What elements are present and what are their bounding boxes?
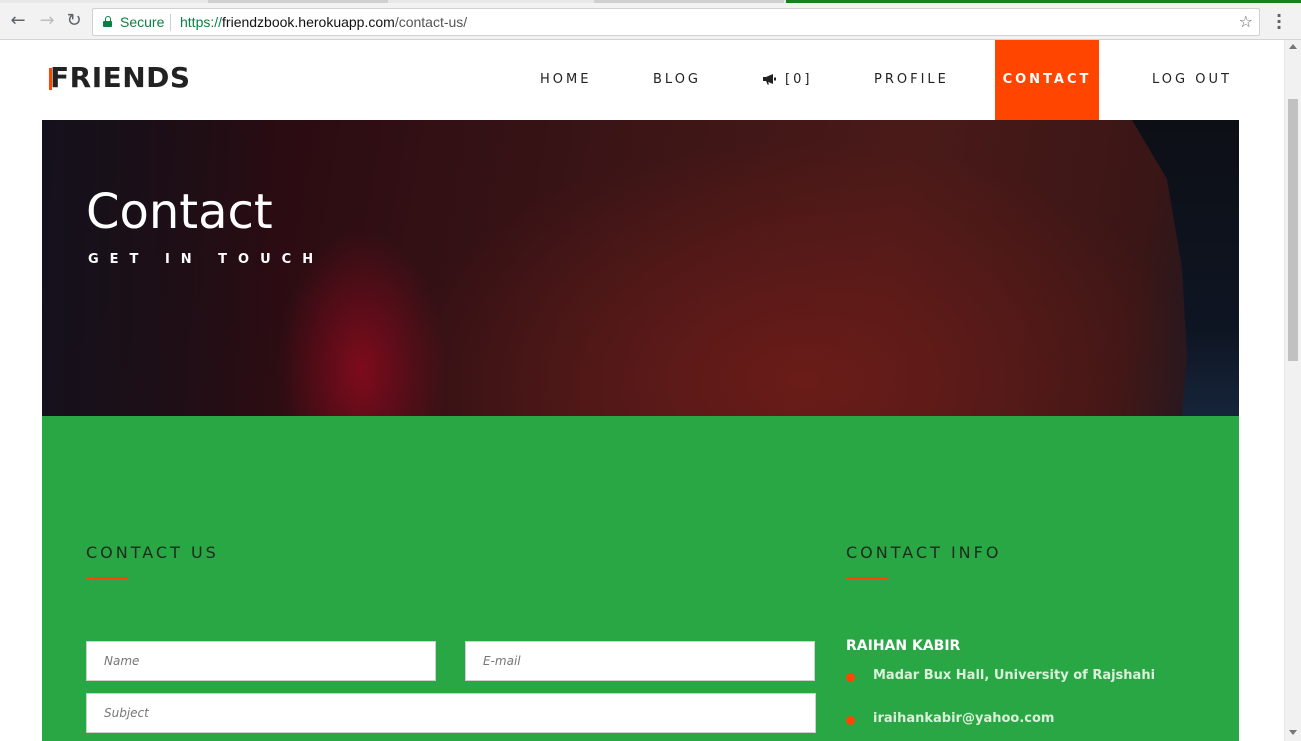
contact-person-name: RAIHAN KABIR	[846, 638, 961, 654]
nav-logout[interactable]: LOG OUT	[1152, 40, 1232, 120]
hero-dark-shape	[1132, 120, 1239, 416]
name-field[interactable]	[86, 641, 436, 681]
browser-toolbar: ← → ↻ Secure https://friendzbook.herokua…	[0, 3, 1301, 40]
notification-count: [0]	[785, 72, 813, 87]
contact-section: CONTACT US CONTACT INFO RAIHAN KABIR Mad…	[42, 416, 1239, 741]
subject-field[interactable]	[86, 693, 816, 733]
url-text[interactable]: https://friendzbook.herokuapp.com/contac…	[180, 14, 467, 30]
hero-shade	[42, 120, 282, 416]
nav-profile[interactable]: PROFILE	[874, 40, 949, 120]
page-title: Contact	[86, 184, 273, 240]
contact-us-heading: CONTACT US	[86, 543, 219, 562]
page-scrollbar[interactable]	[1284, 40, 1301, 741]
contact-info-heading: CONTACT INFO	[846, 543, 1002, 562]
star-icon[interactable]: ☆	[1239, 12, 1253, 31]
email-field[interactable]	[465, 641, 815, 681]
hero-banner: Contact GET IN TOUCH	[42, 120, 1239, 416]
email-input[interactable]	[466, 642, 814, 680]
url-path: /contact-us/	[394, 14, 468, 30]
secure-label: Secure	[120, 14, 165, 30]
megaphone-icon	[763, 73, 776, 84]
scroll-down-arrow-icon[interactable]	[1289, 730, 1297, 735]
contact-us-underline	[86, 577, 128, 579]
contact-address: Madar Bux Hall, University of Rajshahi	[873, 668, 1156, 683]
scroll-up-arrow-icon[interactable]	[1289, 44, 1297, 49]
reload-icon[interactable]: ↻	[64, 11, 84, 31]
site-logo[interactable]: FRIENDS	[50, 63, 191, 93]
back-arrow-icon[interactable]: ←	[8, 11, 28, 31]
kebab-menu-icon[interactable]: · · ·	[1272, 8, 1286, 36]
omnibox-separator	[170, 14, 171, 31]
nav-home[interactable]: HOME	[540, 40, 591, 120]
url-host: friendzbook.herokuapp.com	[222, 14, 395, 30]
site-header: FRIENDS HOME BLOG [0] PROFILE CONTACT LO…	[0, 40, 1284, 120]
nav-blog[interactable]: BLOG	[653, 40, 701, 120]
url-scheme: https://	[180, 14, 223, 30]
nav-contact[interactable]: CONTACT	[995, 40, 1099, 120]
subject-input[interactable]	[87, 694, 815, 732]
scrollbar-thumb[interactable]	[1288, 99, 1298, 361]
nav-notifications[interactable]: [0]	[762, 40, 812, 120]
contact-info-underline	[846, 577, 888, 579]
contact-email[interactable]: iraihankabir@yahoo.com	[873, 711, 1054, 726]
bullet-icon	[846, 716, 855, 725]
address-bar[interactable]: Secure https://friendzbook.herokuapp.com…	[92, 8, 1260, 36]
name-input[interactable]	[87, 642, 435, 680]
forward-arrow-icon[interactable]: →	[37, 11, 57, 31]
lock-icon	[103, 16, 112, 27]
bullet-icon	[846, 673, 855, 682]
page-subtitle: GET IN TOUCH	[88, 252, 325, 267]
